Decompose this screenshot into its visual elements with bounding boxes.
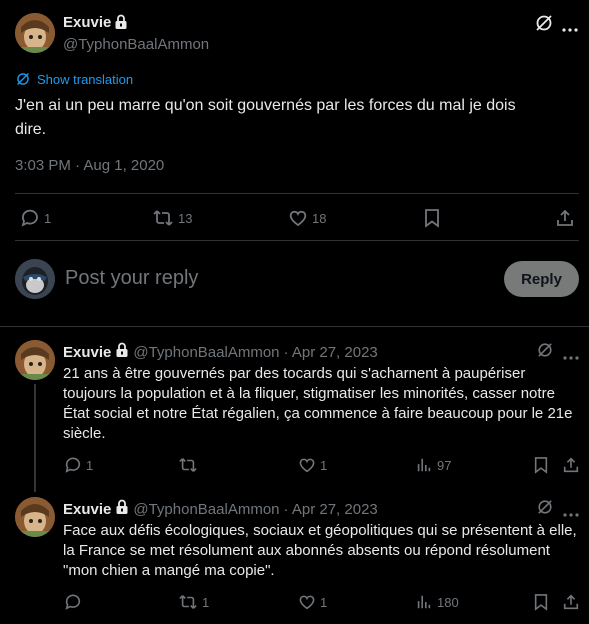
grok-icon[interactable] xyxy=(535,14,553,37)
bookmark-icon[interactable] xyxy=(423,208,441,233)
reply-author-name[interactable]: Exuvie xyxy=(63,344,111,361)
reply-handle[interactable]: @TyphonBaalAmmon xyxy=(133,344,279,361)
lock-icon xyxy=(115,342,129,363)
reply-action[interactable]: 1 xyxy=(20,208,51,228)
like-count: 18 xyxy=(312,210,327,226)
bookmark-icon[interactable] xyxy=(533,456,549,479)
like-count: 1 xyxy=(320,457,328,473)
tweet-text-line1: J'en ai un peu marre qu'on soit gouverné… xyxy=(15,97,516,114)
retweet-icon xyxy=(153,210,173,226)
heart-icon xyxy=(289,210,307,227)
reply-date[interactable]: · Apr 27, 2023 xyxy=(284,501,378,518)
reply-count: 1 xyxy=(86,457,94,473)
view-count: 97 xyxy=(437,457,452,473)
tweet-timestamp[interactable]: 3:03 PM · Aug 1, 2020 xyxy=(15,157,164,174)
views-action[interactable]: 180 xyxy=(415,593,459,611)
reply-text: Face aux défis écologiques, sociaux et g… xyxy=(63,522,577,579)
views-icon xyxy=(417,458,431,472)
like-action[interactable]: 18 xyxy=(288,208,326,228)
thread-line xyxy=(34,384,36,492)
reply-composer-input[interactable]: Post your reply xyxy=(65,267,198,290)
reply-count: 1 xyxy=(44,210,52,226)
view-count: 180 xyxy=(437,594,459,610)
more-icon[interactable] xyxy=(562,20,578,38)
reply-handle[interactable]: @TyphonBaalAmmon xyxy=(133,501,279,518)
share-icon[interactable] xyxy=(562,593,580,616)
tweet-text-line2: dire. xyxy=(15,121,47,138)
reply-button[interactable]: Reply xyxy=(504,261,579,297)
show-translation-link[interactable]: Show translation xyxy=(37,72,133,87)
reply-author-name[interactable]: Exuvie xyxy=(63,501,111,518)
lock-icon xyxy=(114,14,128,35)
share-icon[interactable] xyxy=(562,456,580,479)
retweet-action[interactable] xyxy=(178,456,202,474)
like-action[interactable]: 1 xyxy=(298,593,327,611)
translate-icon[interactable] xyxy=(16,72,30,91)
divider xyxy=(15,240,579,241)
bookmark-icon[interactable] xyxy=(533,593,549,616)
retweet-count: 1 xyxy=(202,594,210,610)
reply-action[interactable]: 1 xyxy=(64,456,93,474)
author-name[interactable]: Exuvie xyxy=(63,14,111,31)
retweet-icon xyxy=(179,595,197,609)
heart-icon xyxy=(299,458,315,473)
reply-icon xyxy=(65,457,81,473)
divider xyxy=(0,326,589,327)
grok-icon[interactable] xyxy=(537,342,553,363)
like-action[interactable]: 1 xyxy=(298,456,327,474)
divider xyxy=(15,193,579,194)
retweet-action[interactable]: 1 xyxy=(178,593,209,611)
reply-date[interactable]: · Apr 27, 2023 xyxy=(284,344,378,361)
author-handle[interactable]: @TyphonBaalAmmon xyxy=(63,36,209,53)
retweet-action[interactable]: 13 xyxy=(152,208,192,228)
share-icon[interactable] xyxy=(555,208,575,233)
heart-icon xyxy=(299,595,315,610)
reply-avatar[interactable] xyxy=(15,497,55,537)
reply-action[interactable] xyxy=(64,593,86,611)
reply-icon xyxy=(21,209,38,227)
retweet-count: 13 xyxy=(178,210,193,226)
reply-icon xyxy=(65,594,81,610)
author-avatar[interactable] xyxy=(15,13,55,53)
user-avatar[interactable] xyxy=(15,259,55,299)
like-count: 1 xyxy=(320,594,328,610)
views-icon xyxy=(417,595,431,609)
reply-avatar[interactable] xyxy=(15,340,55,380)
grok-icon[interactable] xyxy=(537,499,553,520)
views-action[interactable]: 97 xyxy=(415,456,451,474)
retweet-icon xyxy=(179,458,197,472)
lock-icon xyxy=(115,499,129,520)
reply-text: 21 ans à être gouvernés par des tocards … xyxy=(63,365,573,442)
